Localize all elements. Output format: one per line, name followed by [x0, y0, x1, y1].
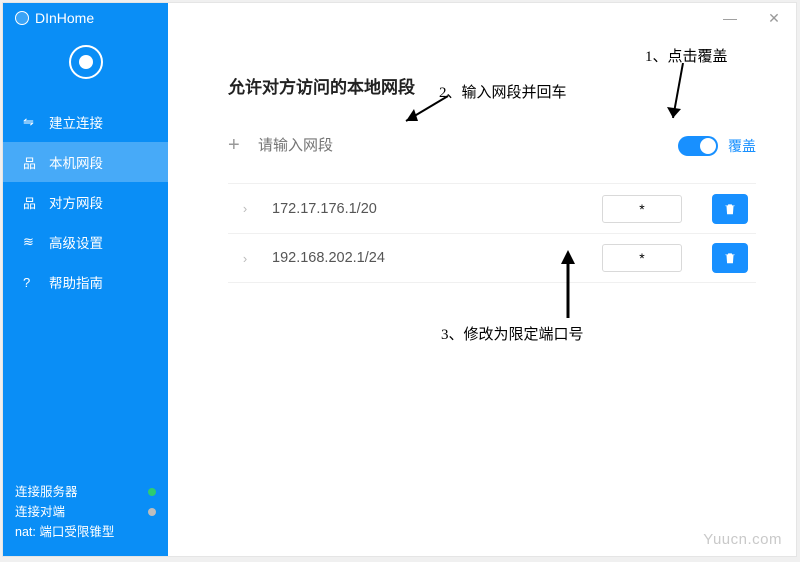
person-icon	[79, 55, 93, 69]
grid-icon: 品	[23, 153, 39, 172]
chevron-right-icon[interactable]: ›	[228, 251, 262, 266]
close-button[interactable]: ✕	[752, 3, 796, 33]
arrow-1	[663, 63, 703, 133]
nav-label: 高级设置	[49, 232, 103, 252]
nav-local-segment[interactable]: 品本机网段	[3, 142, 168, 182]
sidebar-status: 连接服务器 连接对端 nat: 端口受限锥型	[3, 472, 168, 556]
status-server-row: 连接服务器	[15, 482, 156, 502]
titlebar: — ✕	[3, 3, 796, 33]
nav: ⇋建立连接 品本机网段 品对方网段 ≋高级设置 ?帮助指南	[3, 102, 168, 302]
cidr-text: 172.17.176.1/20	[262, 201, 602, 217]
app-window: DInHome ⇋建立连接 品本机网段 品对方网段 ≋高级设置 ?帮助指南 连接…	[2, 2, 797, 557]
grid-icon: 品	[23, 193, 39, 212]
segment-row: › 192.168.202.1/24	[228, 233, 756, 283]
plus-icon[interactable]: +	[228, 134, 258, 157]
add-segment-row: + 覆盖	[228, 133, 756, 158]
link-icon: ⇋	[23, 114, 39, 130]
segment-list: › 172.17.176.1/20 › 192.168.202.1/24	[228, 183, 756, 283]
nav-label: 建立连接	[49, 112, 103, 132]
arrow-3	[558, 248, 588, 323]
nav-label: 对方网段	[49, 192, 103, 212]
titlebar-left: DInHome	[3, 10, 94, 26]
segment-row: › 172.17.176.1/20	[228, 183, 756, 233]
app-title: DInHome	[35, 10, 94, 26]
status-peer-row: 连接对端	[15, 502, 156, 522]
override-toggle-wrap: 覆盖	[678, 136, 756, 156]
override-toggle[interactable]	[678, 136, 718, 156]
watermark: Yuucn.com	[703, 531, 782, 548]
annotation-3: 3、修改为限定端口号	[441, 323, 584, 344]
minimize-button[interactable]: —	[708, 3, 752, 33]
status-server-label: 连接服务器	[15, 482, 78, 502]
segment-input[interactable]	[258, 133, 678, 158]
chevron-right-icon[interactable]: ›	[228, 201, 262, 216]
override-label: 覆盖	[728, 136, 756, 156]
status-peer-label: 连接对端	[15, 502, 65, 522]
nav-peer-segment[interactable]: 品对方网段	[3, 182, 168, 222]
delete-button[interactable]	[712, 194, 748, 224]
nav-advanced[interactable]: ≋ 高级设置	[3, 222, 168, 262]
window-controls: — ✕	[708, 3, 796, 33]
user-avatar[interactable]	[69, 45, 103, 79]
help-icon: ?	[23, 275, 39, 290]
trash-icon	[723, 251, 737, 265]
app-logo-icon	[15, 11, 29, 25]
status-dot-gray-icon	[148, 508, 156, 516]
nav-connect[interactable]: ⇋ 建立连接	[3, 102, 168, 142]
nat-type: nat: 端口受限锥型	[15, 522, 156, 542]
avatar-row	[3, 45, 168, 79]
delete-button[interactable]	[712, 243, 748, 273]
annotation-1: 1、点击覆盖	[645, 45, 728, 66]
cidr-text: 192.168.202.1/24	[262, 250, 602, 266]
nav-help[interactable]: ? 帮助指南	[3, 262, 168, 302]
nav-label: 本机网段	[49, 152, 103, 172]
trash-icon	[723, 202, 737, 216]
sidebar: DInHome ⇋建立连接 品本机网段 品对方网段 ≋高级设置 ?帮助指南 连接…	[3, 3, 168, 556]
nav-label: 帮助指南	[49, 272, 103, 292]
port-input[interactable]	[602, 195, 682, 223]
status-dot-green-icon	[148, 488, 156, 496]
port-input[interactable]	[602, 244, 682, 272]
annotation-2: 2、输入网段并回车	[439, 81, 567, 102]
sliders-icon: ≋	[23, 234, 39, 250]
